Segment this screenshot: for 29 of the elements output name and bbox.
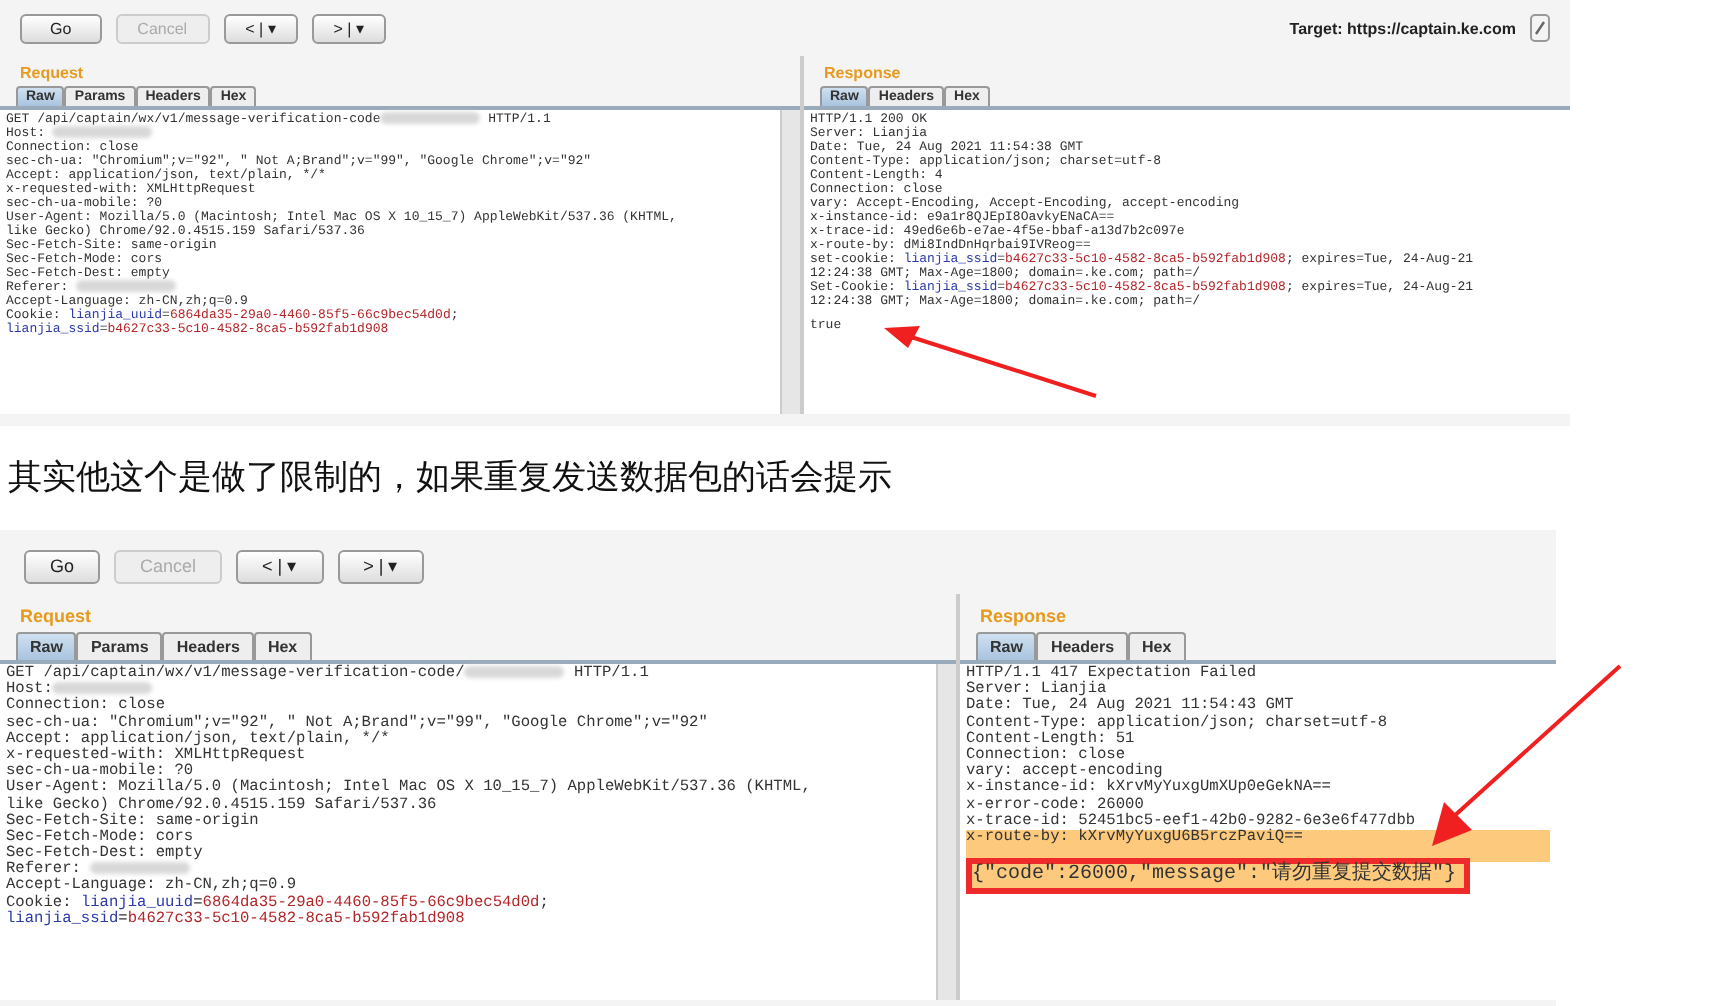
edit-icon[interactable] <box>1530 14 1550 42</box>
toolbar-button[interactable]: Go <box>20 13 102 43</box>
scrollbar[interactable] <box>780 110 800 414</box>
tab[interactable]: Hex <box>253 632 312 660</box>
paragraph: 其实他这个是做了限制的，如果重复发送数据包的话会提示 <box>6 456 894 502</box>
target-label: Target: https://captain.ke.com <box>1289 19 1516 37</box>
blurred-redaction <box>52 682 153 695</box>
toolbar-button[interactable]: > | ▾ <box>337 549 425 583</box>
pane-title: Response <box>822 62 903 86</box>
tab[interactable]: Raw <box>976 632 1037 660</box>
toolbar-button[interactable]: > | ▾ <box>311 13 386 43</box>
toolbar-button[interactable]: < | ▾ <box>223 13 298 43</box>
blurred-redaction <box>52 126 153 139</box>
pane-title: Request <box>18 62 86 86</box>
tab[interactable]: Hex <box>1128 632 1186 660</box>
tab[interactable]: Params <box>76 632 163 660</box>
toolbar-button[interactable]: Go <box>24 549 101 583</box>
blurred-redaction <box>90 862 191 875</box>
pane-title: Response <box>978 604 1069 630</box>
pane-title: Request <box>18 604 94 630</box>
toolbar-button[interactable]: < | ▾ <box>236 549 324 583</box>
tab[interactable]: Raw <box>16 632 77 660</box>
blurred-redaction <box>464 666 565 678</box>
blurred-redaction <box>380 112 481 125</box>
blurred-redaction <box>76 280 177 293</box>
tab[interactable]: Headers <box>1036 632 1129 660</box>
scrollbar[interactable] <box>936 664 956 1000</box>
code-text: {"code":26000,"message":"请勿重复提交数据"} <box>972 864 1457 887</box>
tab[interactable]: Headers <box>162 632 254 660</box>
